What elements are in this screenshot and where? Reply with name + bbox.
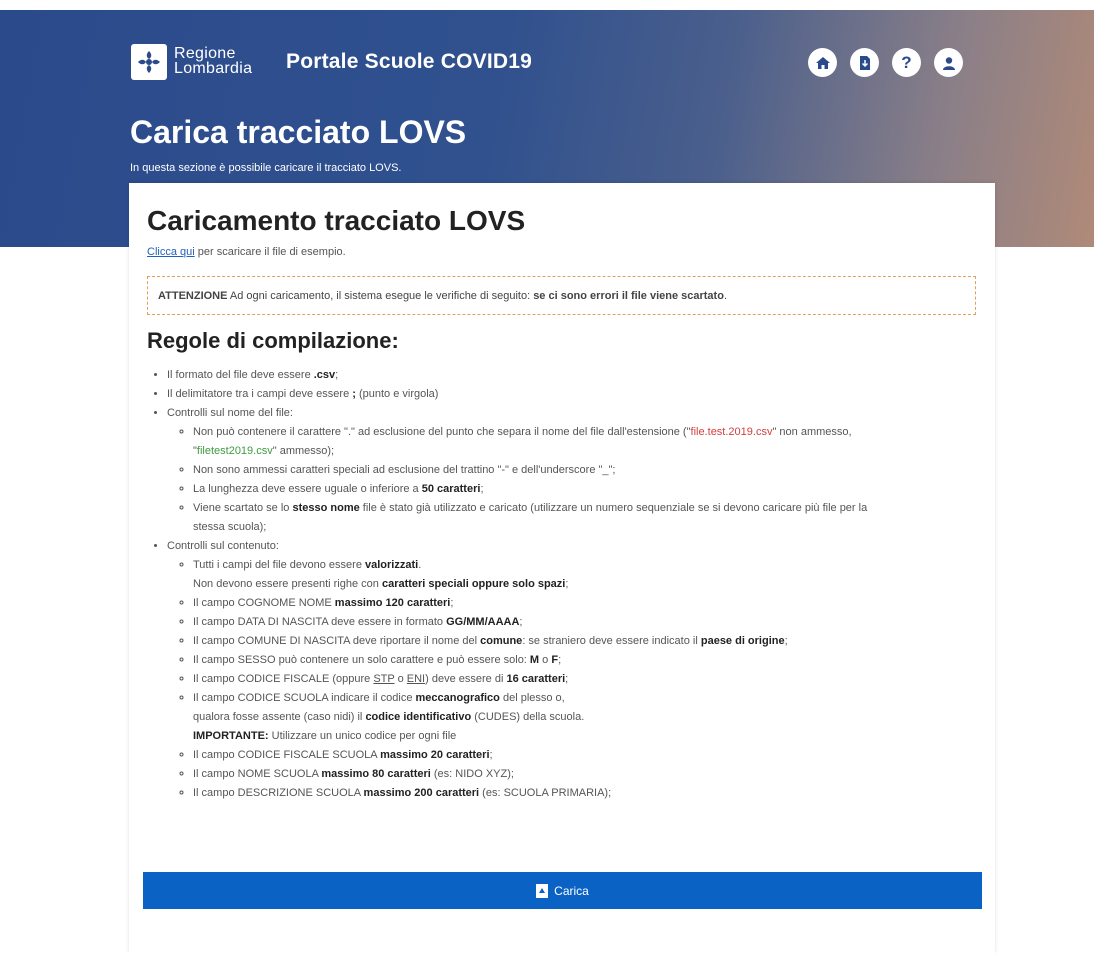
page-subtitle: In questa sezione è possibile caricare i… xyxy=(130,162,402,174)
upload-file-icon xyxy=(536,883,549,898)
rule-content-school-code: Il campo CODICE SCUOLA indicare il codic… xyxy=(193,689,982,746)
example-file-line: Clicca qui per scaricare il file di esem… xyxy=(147,246,346,258)
alert-end: . xyxy=(723,289,727,302)
rule-format: Il formato del file deve essere .csv; xyxy=(167,366,982,385)
rule-content-school-fiscal-code: Il campo CODICE FISCALE SCUOLA massimo 2… xyxy=(193,746,982,765)
alert-text: Ad ogni caricamento, il sistema esegue l… xyxy=(227,289,534,302)
upload-button-label: Carica xyxy=(554,883,589,898)
warning-alert: ATTENZIONE Ad ogni caricamento, il siste… xyxy=(147,276,976,315)
alert-bold-text: se ci sono errori il file viene scartato xyxy=(533,289,724,302)
rule-content-checks: Controlli sul contenuto: Tutti i campi d… xyxy=(167,537,982,803)
regione-lombardia-logo[interactable] xyxy=(131,44,167,80)
rule-content-valued: Tutti i campi del file devono essere val… xyxy=(193,556,982,594)
user-icon[interactable] xyxy=(934,48,963,77)
rule-content-name: Il campo COGNOME NOME massimo 120 caratt… xyxy=(193,594,982,613)
card-title: Caricamento tracciato LOVS xyxy=(147,205,526,236)
rule-content-birthdate: Il campo DATA DI NASCITA deve essere in … xyxy=(193,613,982,632)
logo-line-2: Lombardia xyxy=(174,60,253,77)
rule-content-school-name: Il campo NOME SCUOLA massimo 80 caratter… xyxy=(193,765,982,784)
upload-button[interactable]: Carica xyxy=(143,872,982,909)
rule-filename-duplicate: Viene scartato se lo stesso nome file è … xyxy=(193,499,982,537)
home-icon[interactable] xyxy=(808,48,837,77)
example-file-text: per scaricare il file di esempio. xyxy=(194,246,346,258)
rule-filename-dot: Non può contenere il carattere "." ad es… xyxy=(193,423,982,461)
rule-delimiter: Il delimitatore tra i campi deve essere … xyxy=(167,385,982,404)
rule-content-fiscal-code: Il campo CODICE FISCALE (oppure STP o EN… xyxy=(193,670,982,689)
logo-line-1: Regione xyxy=(174,45,236,62)
rule-content-birthplace: Il campo COMUNE DI NASCITA deve riportar… xyxy=(193,632,982,651)
download-example-link[interactable]: Clicca qui xyxy=(147,246,195,258)
rules-title: Regole di compilazione: xyxy=(147,328,399,353)
rule-filename-checks: Controlli sul nome del file: Non può con… xyxy=(167,404,982,537)
upload-card: Caricamento tracciato LOVS Clicca qui pe… xyxy=(129,183,995,953)
logo-text: Regione Lombardia xyxy=(174,45,253,77)
rule-content-school-description: Il campo DESCRIZIONE SCUOLA massimo 200 … xyxy=(193,784,982,803)
lombardia-rose-icon xyxy=(138,51,160,73)
download-file-icon[interactable] xyxy=(850,48,879,77)
portal-title[interactable]: Portale Scuole COVID19 xyxy=(286,50,532,74)
rule-content-sex: Il campo SESSO può contenere un solo car… xyxy=(193,651,982,670)
alert-label: ATTENZIONE xyxy=(158,289,228,302)
rule-filename-length: La lunghezza deve essere uguale o inferi… xyxy=(193,480,982,499)
top-nav-icons: ? xyxy=(808,48,963,77)
page-title: Carica tracciato LOVS xyxy=(130,114,467,150)
rules-list: Il formato del file deve essere .csv; Il… xyxy=(147,366,982,803)
help-icon[interactable]: ? xyxy=(892,48,921,77)
rule-filename-special-chars: Non sono ammessi caratteri speciali ad e… xyxy=(193,461,982,480)
